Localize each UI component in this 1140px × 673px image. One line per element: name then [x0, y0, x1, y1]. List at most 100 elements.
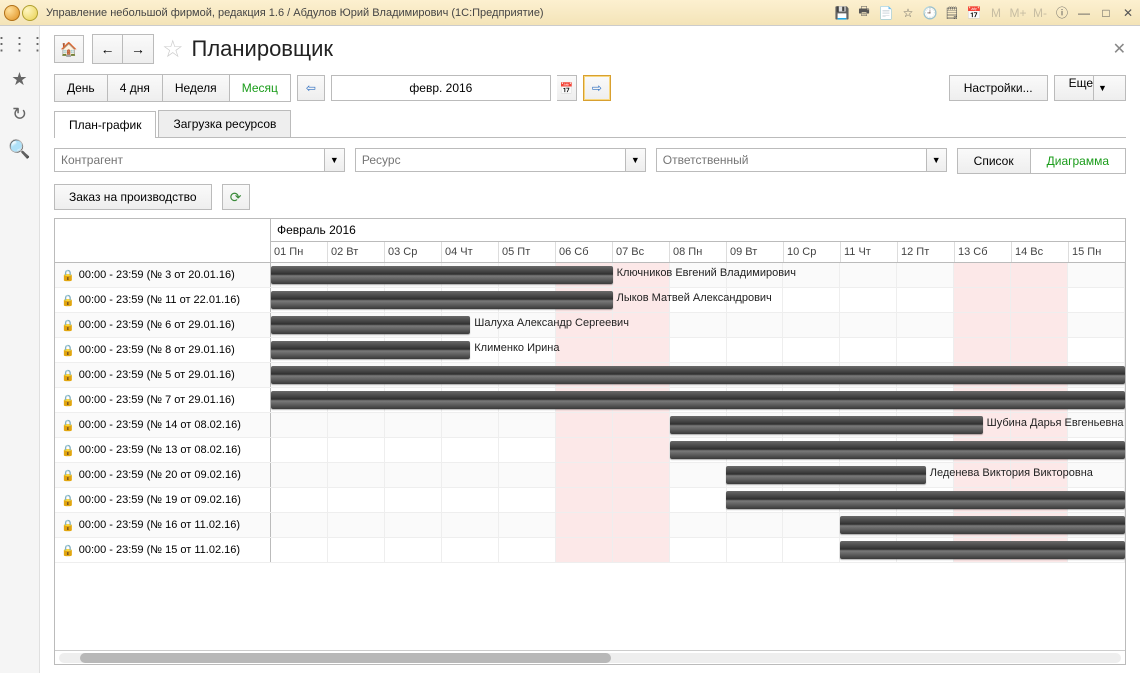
- gantt-bar[interactable]: [271, 316, 470, 334]
- gantt-row-label: 🔒00:00 - 23:59 (№ 7 от 29.01.16): [55, 388, 271, 412]
- more-button[interactable]: Еще ▼: [1054, 75, 1126, 101]
- forward-button[interactable]: →: [123, 35, 153, 63]
- calendar-icon[interactable]: 📅: [966, 5, 982, 21]
- refresh-button[interactable]: ⟳: [222, 184, 250, 210]
- gantt-row[interactable]: 🔒00:00 - 23:59 (№ 19 от 09.02.16): [55, 488, 1125, 513]
- period-field[interactable]: февр. 2016: [331, 75, 551, 101]
- calc-icon[interactable]: 🗒: [944, 5, 960, 21]
- lock-icon: 🔒: [61, 544, 75, 557]
- back-button[interactable]: ←: [93, 35, 123, 63]
- minimize-icon[interactable]: —: [1076, 5, 1092, 21]
- app-icon-down[interactable]: [22, 5, 38, 21]
- gantt-bar[interactable]: [840, 516, 1125, 534]
- lock-icon: 🔒: [61, 469, 75, 482]
- print-icon[interactable]: 🖶: [856, 5, 872, 21]
- page-title: Планировщик: [192, 36, 334, 62]
- horizontal-scrollbar[interactable]: [55, 650, 1125, 664]
- mplus-icon[interactable]: M+: [1010, 5, 1026, 21]
- resource-input[interactable]: [356, 149, 625, 171]
- history-icon[interactable]: 🕘: [922, 5, 938, 21]
- page-star-icon[interactable]: ☆: [162, 35, 184, 64]
- window-title: Управление небольшой фирмой, редакция 1.…: [46, 7, 834, 19]
- viewmode-toggle: Список Диаграмма: [957, 148, 1126, 174]
- lock-icon: 🔒: [61, 419, 75, 432]
- chevron-down-icon: ▼: [1093, 76, 1111, 100]
- responsible-combo[interactable]: ▼: [656, 148, 947, 172]
- gantt-row[interactable]: 🔒00:00 - 23:59 (№ 20 от 09.02.16)Леденев…: [55, 463, 1125, 488]
- prev-period-button[interactable]: ⇦: [297, 75, 325, 101]
- maximize-icon[interactable]: □: [1098, 5, 1114, 21]
- lock-icon: 🔒: [61, 494, 75, 507]
- chevron-down-icon[interactable]: ▼: [926, 149, 946, 171]
- gantt-row-label: 🔒00:00 - 23:59 (№ 19 от 09.02.16): [55, 488, 271, 512]
- gantt-bar[interactable]: [670, 441, 1125, 459]
- day-header: 11 Чт: [841, 242, 898, 262]
- tab-load[interactable]: Загрузка ресурсов: [158, 110, 291, 137]
- titlebar: Управление небольшой фирмой, редакция 1.…: [0, 0, 1140, 26]
- day-header: 05 Пт: [499, 242, 556, 262]
- chevron-down-icon[interactable]: ▼: [625, 149, 645, 171]
- gantt-row[interactable]: 🔒00:00 - 23:59 (№ 13 от 08.02.16): [55, 438, 1125, 463]
- mminus-icon[interactable]: M-: [1032, 5, 1048, 21]
- close-page-icon[interactable]: ✕: [1113, 39, 1126, 59]
- gantt-row[interactable]: 🔒00:00 - 23:59 (№ 3 от 20.01.16)Ключнико…: [55, 263, 1125, 288]
- gantt-bar[interactable]: [726, 466, 925, 484]
- gantt-bar[interactable]: [271, 366, 1125, 384]
- range-four[interactable]: 4 дня: [108, 75, 163, 101]
- range-month[interactable]: Месяц: [230, 75, 290, 101]
- gantt-row[interactable]: 🔒00:00 - 23:59 (№ 16 от 11.02.16): [55, 513, 1125, 538]
- gantt-bar[interactable]: [271, 391, 1125, 409]
- gantt-row-label: 🔒00:00 - 23:59 (№ 6 от 29.01.16): [55, 313, 271, 337]
- resource-combo[interactable]: ▼: [355, 148, 646, 172]
- gantt-row[interactable]: 🔒00:00 - 23:59 (№ 6 от 29.01.16)Шалуха А…: [55, 313, 1125, 338]
- history-sidebar-icon[interactable]: ↻: [12, 104, 27, 125]
- gantt-row[interactable]: 🔒00:00 - 23:59 (№ 14 от 08.02.16)Шубина …: [55, 413, 1125, 438]
- favorite-icon[interactable]: ☆: [900, 5, 916, 21]
- day-header: 06 Сб: [556, 242, 613, 262]
- info-icon[interactable]: ⓘ: [1054, 5, 1070, 21]
- gantt-row[interactable]: 🔒00:00 - 23:59 (№ 11 от 22.01.16)Лыков М…: [55, 288, 1125, 313]
- lock-icon: 🔒: [61, 294, 75, 307]
- lock-icon: 🔒: [61, 269, 75, 282]
- counterparty-combo[interactable]: ▼: [54, 148, 345, 172]
- save-icon[interactable]: 💾: [834, 5, 850, 21]
- gantt-row[interactable]: 🔒00:00 - 23:59 (№ 15 от 11.02.16): [55, 538, 1125, 563]
- star-icon[interactable]: ★: [11, 69, 27, 90]
- search-icon[interactable]: 🔍: [8, 139, 30, 160]
- gantt-row-label: 🔒00:00 - 23:59 (№ 14 от 08.02.16): [55, 413, 271, 437]
- gantt-bar[interactable]: [840, 541, 1125, 559]
- range-day[interactable]: День: [55, 75, 108, 101]
- home-button[interactable]: 🏠: [54, 35, 84, 63]
- tab-plan[interactable]: План-график: [54, 111, 156, 138]
- gantt-row[interactable]: 🔒00:00 - 23:59 (№ 5 от 29.01.16): [55, 363, 1125, 388]
- period-picker-icon[interactable]: 📅: [557, 75, 577, 101]
- close-window-icon[interactable]: ✕: [1120, 5, 1136, 21]
- lock-icon: 🔒: [61, 319, 75, 332]
- gantt-bar[interactable]: [726, 491, 1125, 509]
- gantt-row[interactable]: 🔒00:00 - 23:59 (№ 8 от 29.01.16)Клименко…: [55, 338, 1125, 363]
- viewmode-list[interactable]: Список: [958, 149, 1030, 173]
- responsible-input[interactable]: [657, 149, 926, 171]
- m-icon[interactable]: M: [988, 5, 1004, 21]
- gantt-month-header: Февраль 2016: [271, 219, 1125, 242]
- next-period-button[interactable]: ⇨: [583, 75, 611, 101]
- counterparty-input[interactable]: [55, 149, 324, 171]
- sidebar: ⋮⋮⋮ ★ ↻ 🔍: [0, 26, 40, 673]
- viewmode-diagram[interactable]: Диаграмма: [1030, 149, 1125, 173]
- lock-icon: 🔒: [61, 519, 75, 532]
- day-header: 13 Сб: [955, 242, 1012, 262]
- gantt-bar[interactable]: [670, 416, 983, 434]
- gantt-bar[interactable]: [271, 341, 470, 359]
- new-order-button[interactable]: Заказ на производство: [54, 184, 212, 210]
- range-week[interactable]: Неделя: [163, 75, 230, 101]
- doc-icon[interactable]: 📄: [878, 5, 894, 21]
- gantt-bar[interactable]: [271, 266, 613, 284]
- gantt-bar-label: Ключников Евгений Владимирович: [617, 267, 796, 279]
- gantt-bar[interactable]: [271, 291, 613, 309]
- gantt-row-label: 🔒00:00 - 23:59 (№ 13 от 08.02.16): [55, 438, 271, 462]
- chevron-down-icon[interactable]: ▼: [324, 149, 344, 171]
- gantt-row[interactable]: 🔒00:00 - 23:59 (№ 7 от 29.01.16): [55, 388, 1125, 413]
- settings-button[interactable]: Настройки...: [949, 75, 1048, 101]
- gantt-row-label: 🔒00:00 - 23:59 (№ 5 от 29.01.16): [55, 363, 271, 387]
- day-header: 08 Пн: [670, 242, 727, 262]
